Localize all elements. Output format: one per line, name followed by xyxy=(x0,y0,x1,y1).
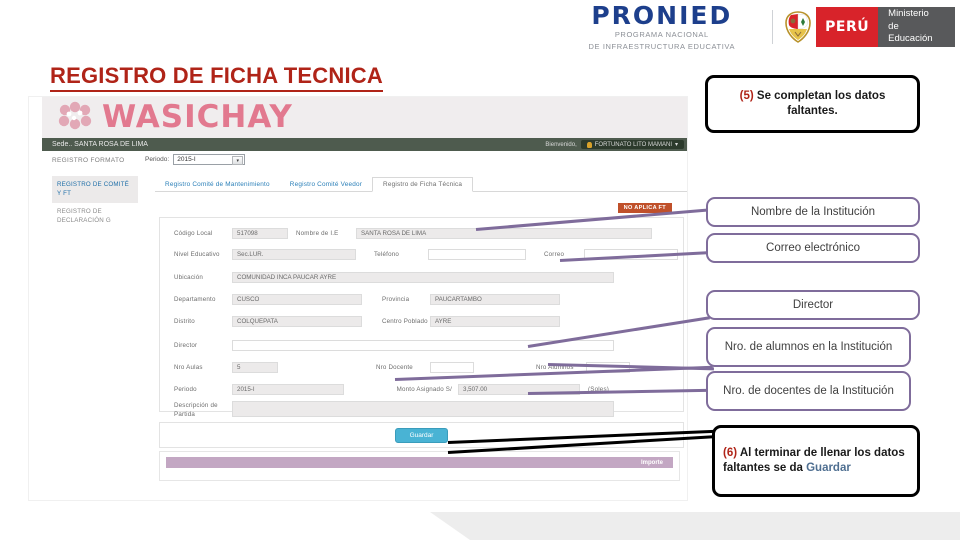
user-area: Bienvenido, FORTUNATO LITO MAMANI ▾ xyxy=(545,138,684,151)
sidebar-item-declaracion[interactable]: REGISTRO DE DECLARACIÓN G xyxy=(52,203,138,230)
partidas-table: Importe xyxy=(159,451,680,481)
save-button[interactable]: Guardar xyxy=(394,427,449,443)
breadcrumb: REGISTRO FORMATO xyxy=(52,157,125,164)
chevron-down-icon: ▾ xyxy=(674,142,678,148)
pronied-subtitle-line2: DE INFRAESTRUCTURA EDUCATIVA xyxy=(588,41,736,51)
input-periodo-form[interactable]: 2015-I xyxy=(232,384,344,395)
institutional-header: PRONIED PROGRAMA NACIONAL DE INFRAESTRUC… xyxy=(560,3,956,51)
periodo-selector[interactable]: Periodo: 2015-I ▾ xyxy=(145,154,246,165)
label-monto-asignado: Monto Asignado S/ xyxy=(396,386,452,393)
callout-correo-text: Correo electrónico xyxy=(766,241,860,254)
label-codigo-local: Código Local xyxy=(174,230,213,237)
input-telefono[interactable] xyxy=(428,249,526,260)
sede-bar: Sede.. SANTA ROSA DE LIMA Bienvenido, FO… xyxy=(42,138,688,151)
input-departamento[interactable]: CUSCO xyxy=(232,294,362,305)
page-title: REGISTRO DE FICHA TECNICA xyxy=(50,63,383,92)
input-ubicacion[interactable]: COMUNIDAD INCA PAUCAR AYRE xyxy=(232,272,614,283)
tab-registro-ficha-tecnica[interactable]: Registro de Ficha Técnica xyxy=(372,177,474,192)
callout-director-text: Director xyxy=(792,298,834,311)
label-nivel-educativo: Nivel Educativo xyxy=(174,251,220,258)
application-screenshot: WASICHAY Sede.. SANTA ROSA DE LIMA Bienv… xyxy=(28,96,688,501)
tab-bar: Registro Comité de Mantenimiento Registr… xyxy=(155,174,688,192)
input-nivel-educativo[interactable]: Sec.LUR. xyxy=(232,249,356,260)
wasichay-flower-icon xyxy=(56,101,96,133)
callout-nro-alumnos: Nro. de alumnos en la Institución xyxy=(706,327,911,367)
toolbar-area: REGISTRO FORMATO Periodo: 2015-I ▾ xyxy=(42,151,688,176)
callout-nombre-institucion: Nombre de la Institución xyxy=(706,197,920,227)
label-ubicacion: Ubicación xyxy=(174,274,203,281)
label-descripcion-partida: Descripción de Partida xyxy=(174,402,218,419)
input-nombre-ie[interactable]: SANTA ROSA DE LIMA xyxy=(356,228,652,239)
input-centro-poblado[interactable]: AYRE xyxy=(430,316,560,327)
tab-registro-comite-veedor[interactable]: Registro Comité Veedor xyxy=(280,178,372,191)
tab-registro-comite-mantenimiento[interactable]: Registro Comité de Mantenimiento xyxy=(155,178,280,191)
label-director: Director xyxy=(174,342,198,349)
input-nro-docente[interactable] xyxy=(430,362,474,373)
pronied-subtitle-line1: PROGRAMA NACIONAL xyxy=(614,30,709,40)
periodo-select[interactable]: 2015-I ▾ xyxy=(173,154,246,165)
label-provincia: Provincia xyxy=(382,296,410,303)
callout-correo-electronico: Correo electrónico xyxy=(706,233,920,263)
wasichay-wordmark: WASICHAY xyxy=(102,99,293,135)
welcome-label: Bienvenido, xyxy=(545,141,577,148)
peru-government-block: PERÚ Ministerio de Educación xyxy=(780,7,956,47)
slide-canvas: PRONIED PROGRAMA NACIONAL DE INFRAESTRUC… xyxy=(0,0,960,540)
ficha-tecnica-panel: NO APLICA FT Código Local 517098 Nombre … xyxy=(155,200,688,448)
callout-director: Director xyxy=(706,290,920,320)
callout-nro-alumnos-text: Nro. de alumnos en la Institución xyxy=(724,340,893,353)
ministry-line-1: Ministerio xyxy=(888,8,929,20)
callout-nombre-institucion-text: Nombre de la Institución xyxy=(750,205,875,218)
label-correo: Correo xyxy=(544,251,565,258)
label-departamento: Departamento xyxy=(174,296,216,303)
callout-nro-docentes: Nro. de docentes de la Institución xyxy=(706,371,911,411)
input-distrito[interactable]: COLQUEPATA xyxy=(232,316,362,327)
step-6-number: (6) xyxy=(723,447,738,460)
header-divider xyxy=(771,10,773,44)
label-centro-poblado: Centro Poblado xyxy=(382,318,428,325)
ministry-line-2: de Educación xyxy=(888,20,933,45)
pronied-wordmark: PRONIED xyxy=(591,1,733,31)
wasichay-header: WASICHAY xyxy=(42,96,688,138)
step-6-keyword: Guardar xyxy=(806,462,851,474)
input-nro-aulas[interactable]: 5 xyxy=(232,362,278,373)
callout-step-6: (6) Al terminar de llenar los datos falt… xyxy=(712,425,920,497)
sidebar-item-comite-ft[interactable]: REGISTRO DE COMITÉ Y FT xyxy=(52,176,138,203)
ministry-block: Ministerio de Educación xyxy=(878,7,956,47)
periodo-selected-value: 2015-I xyxy=(177,156,196,163)
input-provincia[interactable]: PAUCARTAMBO xyxy=(430,294,560,305)
label-nombre-ie: Nombre de I.E xyxy=(296,230,339,237)
user-menu[interactable]: FORTUNATO LITO MAMANI ▾ xyxy=(580,140,684,149)
peru-coat-of-arms-icon xyxy=(780,7,817,47)
peru-label: PERÚ xyxy=(816,7,879,47)
label-distrito: Distrito xyxy=(174,318,195,325)
sidebar: REGISTRO DE COMITÉ Y FT REGISTRO DE DECL… xyxy=(52,176,138,229)
user-name: FORTUNATO LITO MAMANI xyxy=(594,141,672,148)
periodo-label: Periodo: xyxy=(145,156,170,163)
label-nro-aulas: Nro Aulas xyxy=(174,364,203,371)
callout-step-5: (5) Se completan los datos faltantes. xyxy=(705,75,920,133)
sede-label: Sede.. SANTA ROSA DE LIMA xyxy=(52,141,148,148)
input-codigo-local[interactable]: 517098 xyxy=(232,228,288,239)
callout-nro-docentes-text: Nro. de docentes de la Institución xyxy=(723,384,894,397)
input-descripcion-partida[interactable] xyxy=(232,401,614,417)
table-header-importe: Importe xyxy=(166,457,673,468)
chevron-down-icon[interactable]: ▾ xyxy=(232,156,244,165)
label-nro-docente: Nro Docente xyxy=(376,364,413,371)
pronied-logo: PRONIED PROGRAMA NACIONAL DE INFRAESTRUC… xyxy=(560,3,764,51)
step-5-text: Se completan los datos faltantes. xyxy=(753,90,886,117)
label-periodo-form: Periodo xyxy=(174,386,197,393)
label-telefono: Teléfono xyxy=(374,251,399,258)
step-5-number: (5) xyxy=(739,90,754,103)
user-avatar-icon xyxy=(586,141,592,148)
slide-footer-wedge xyxy=(0,512,960,540)
form-fieldset: Código Local 517098 Nombre de I.E SANTA … xyxy=(159,217,684,418)
